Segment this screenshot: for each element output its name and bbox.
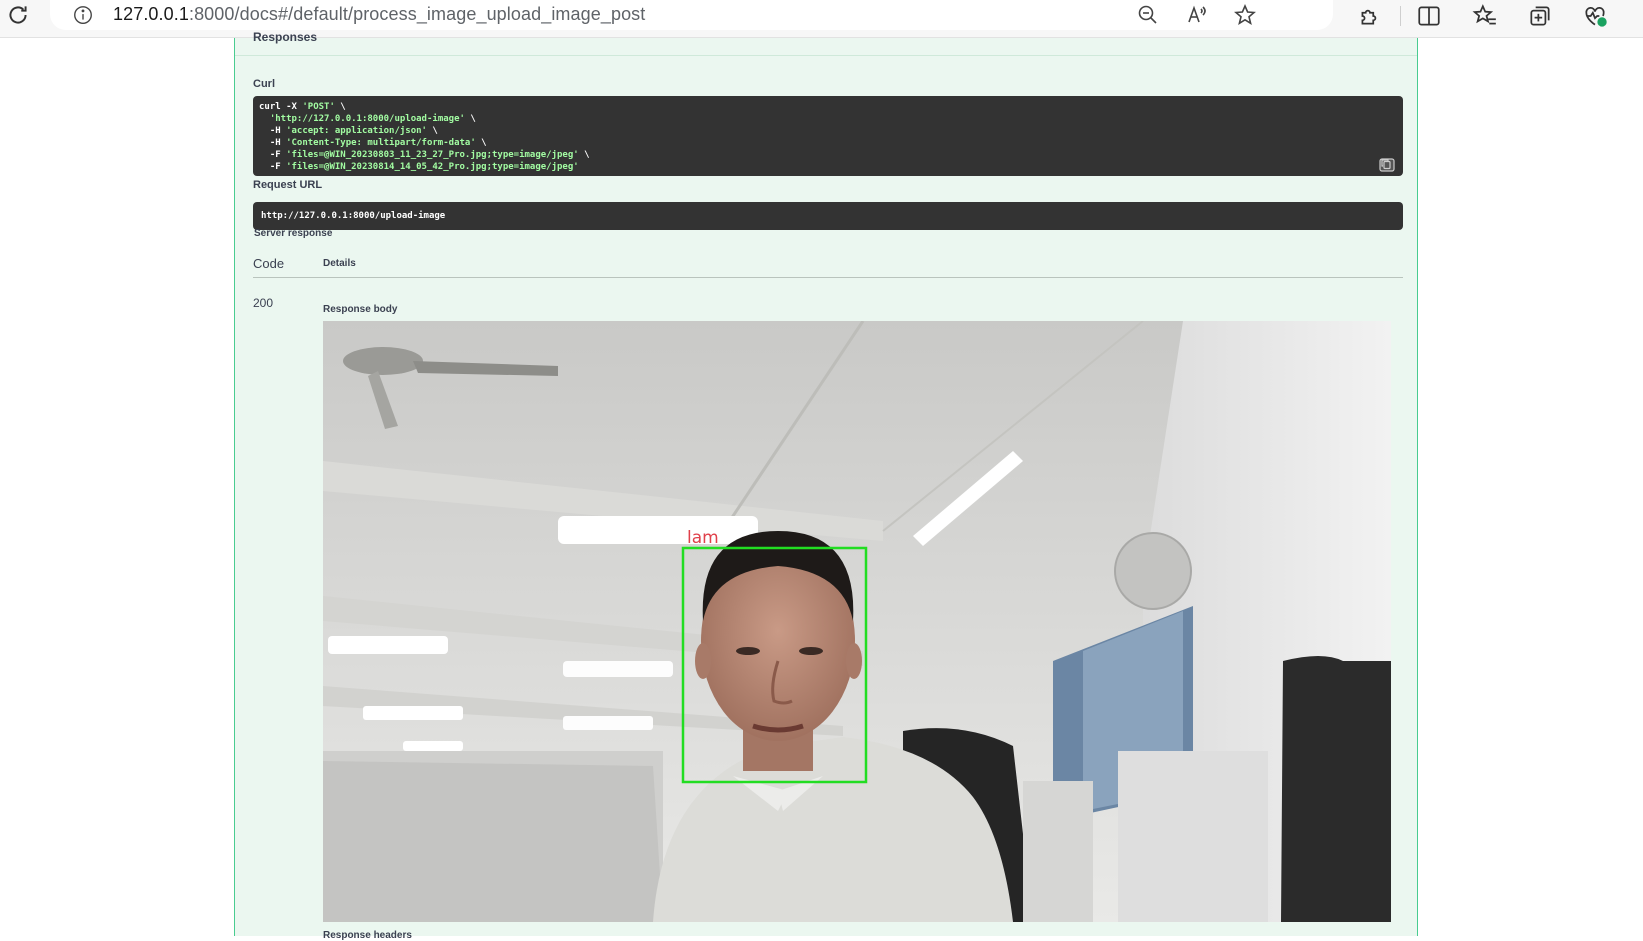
curl-line-suffix: \ xyxy=(334,102,346,112)
curl-line-suffix: \ xyxy=(475,138,487,148)
curl-line: -F 'files=@WIN_20230814_14_05_42_Pro.jpg… xyxy=(259,161,1397,173)
response-body-label: Response body xyxy=(323,304,398,315)
curl-line-value: 'POST' xyxy=(302,102,335,112)
column-header-details: Details xyxy=(323,258,356,269)
url-host: 127.0.0.1 xyxy=(113,4,189,24)
server-response-label: Server response xyxy=(254,228,333,239)
curl-line-value: 'files=@WIN_20230803_11_23_27_Pro.jpg;ty… xyxy=(286,150,579,160)
curl-line-prefix: -F xyxy=(259,150,287,160)
favorite-star-icon[interactable] xyxy=(1233,3,1257,27)
curl-line-prefix: -F xyxy=(259,162,287,172)
curl-code-block[interactable]: curl -X 'POST' \ 'http://127.0.0.1:8000/… xyxy=(253,96,1403,176)
responses-title: Responses xyxy=(253,30,318,44)
curl-line-suffix: \ xyxy=(464,114,476,124)
curl-line-prefix: -H xyxy=(259,138,287,148)
curl-label: Curl xyxy=(253,78,275,90)
collections-icon[interactable] xyxy=(1527,3,1553,29)
browser-toolbar: 127.0.0.1:8000/docs#/default/process_ima… xyxy=(0,0,1643,38)
curl-line-suffix: \ xyxy=(426,126,438,136)
curl-line: -H 'accept: application/json' \ xyxy=(259,125,1397,137)
curl-line-suffix: \ xyxy=(578,150,590,160)
url-text[interactable]: 127.0.0.1:8000/docs#/default/process_ima… xyxy=(113,4,645,25)
curl-line-value: 'accept: application/json' xyxy=(286,126,427,136)
section-divider xyxy=(235,55,1417,56)
browser-essentials-icon[interactable] xyxy=(1582,3,1608,29)
reload-icon[interactable] xyxy=(5,2,31,28)
curl-line: curl -X 'POST' \ xyxy=(259,101,1397,113)
split-screen-icon[interactable] xyxy=(1416,3,1442,29)
copy-to-clipboard-icon[interactable] xyxy=(1379,158,1395,172)
swagger-opblock-post: Responses Curl curl -X 'POST' \ 'http://… xyxy=(234,30,1418,941)
curl-line: 'http://127.0.0.1:8000/upload-image' \ xyxy=(259,113,1397,125)
info-icon[interactable] xyxy=(72,4,94,26)
response-status-code: 200 xyxy=(253,296,274,310)
request-url-label: Request URL xyxy=(253,179,323,191)
response-table-header: Code Details xyxy=(253,254,1403,278)
curl-line-value: 'files=@WIN_20230814_14_05_42_Pro.jpg;ty… xyxy=(286,162,579,172)
curl-lines: curl -X 'POST' \ 'http://127.0.0.1:8000/… xyxy=(259,101,1397,173)
extensions-icon[interactable] xyxy=(1357,3,1383,29)
favorites-icon[interactable] xyxy=(1472,3,1498,29)
curl-line-prefix: -H xyxy=(259,126,287,136)
read-aloud-icon[interactable] xyxy=(1185,3,1209,27)
request-url-value: http://127.0.0.1:8000/upload-image xyxy=(261,211,446,221)
office-photo xyxy=(323,321,1391,922)
curl-line: -H 'Content-Type: multipart/form-data' \ xyxy=(259,137,1397,149)
face-detection-label: lam xyxy=(687,528,719,548)
toolbar-separator xyxy=(1400,6,1401,26)
curl-line-value: 'http://127.0.0.1:8000/upload-image' xyxy=(269,114,465,124)
column-header-code: Code xyxy=(253,256,285,271)
url-path: :8000/docs#/default/process_image_upload… xyxy=(188,4,646,24)
curl-line: -F 'files=@WIN_20230803_11_23_27_Pro.jpg… xyxy=(259,149,1397,161)
address-bar[interactable]: 127.0.0.1:8000/docs#/default/process_ima… xyxy=(50,0,1333,30)
curl-line-prefix xyxy=(259,114,270,124)
response-image: lam xyxy=(323,321,1391,922)
zoom-out-icon[interactable] xyxy=(1136,3,1160,27)
curl-line-prefix: curl -X xyxy=(259,102,303,112)
curl-line-value: 'Content-Type: multipart/form-data' xyxy=(286,138,476,148)
request-url-block[interactable]: http://127.0.0.1:8000/upload-image xyxy=(253,202,1403,230)
